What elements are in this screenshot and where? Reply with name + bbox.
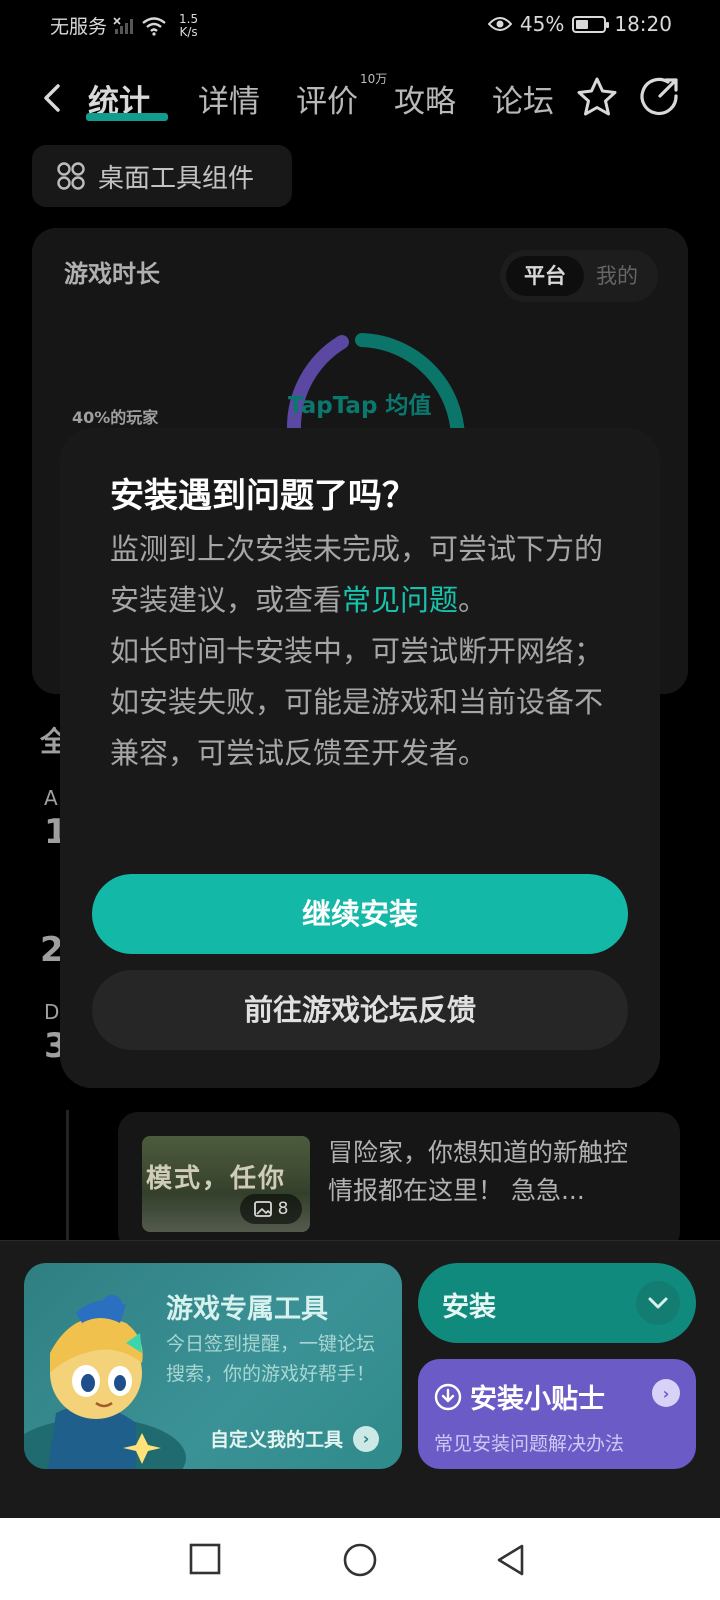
download-circle-icon bbox=[434, 1383, 462, 1410]
dialog-body-text-3: 如安装失败，可能是游戏和当前设备不兼容，可尝试反馈至开发者。 bbox=[110, 685, 604, 770]
tools-title: 游戏专属工具 bbox=[166, 1294, 328, 1325]
chevron-down-icon bbox=[648, 1297, 668, 1309]
faq-link[interactable]: 常见问题 bbox=[342, 583, 458, 617]
dialog-body: 监测到上次安装未完成，可尝试下方的安装建议，或查看常见问题。 如长时间卡安装中，… bbox=[110, 524, 630, 779]
home-circle-icon[interactable] bbox=[342, 1542, 378, 1578]
dialog-body-period: 。 bbox=[458, 583, 488, 617]
customize-tools-link[interactable]: 自定义我的工具 › bbox=[210, 1425, 380, 1452]
back-triangle-icon[interactable] bbox=[494, 1542, 528, 1578]
install-options-dropdown[interactable] bbox=[636, 1281, 680, 1325]
install-button[interactable]: 安装 bbox=[418, 1263, 696, 1343]
tools-description: 今日签到提醒，一键论坛搜索，你的游戏好帮手！ bbox=[166, 1333, 376, 1385]
forum-feedback-button[interactable]: 前往游戏论坛反馈 bbox=[92, 970, 628, 1050]
chevron-right-icon: › bbox=[353, 1425, 380, 1452]
system-nav-bar bbox=[0, 1518, 720, 1600]
install-problem-dialog: 安装遇到问题了吗？ 监测到上次安装未完成，可尝试下方的安装建议，或查看常见问题。… bbox=[60, 428, 660, 1088]
continue-install-button[interactable]: 继续安装 bbox=[92, 874, 628, 954]
dialog-body-text-2: 如长时间卡安装中，可尝试断开网络； bbox=[110, 634, 604, 668]
mascot-illustration bbox=[24, 1295, 186, 1469]
recents-square-icon[interactable] bbox=[188, 1542, 222, 1576]
dialog-title: 安装遇到问题了吗？ bbox=[110, 476, 416, 516]
customize-tools-label: 自定义我的工具 bbox=[210, 1429, 344, 1451]
chevron-right-icon: › bbox=[652, 1379, 680, 1407]
tips-title-text: 安装小贴士 bbox=[470, 1384, 605, 1415]
tips-description: 常见安装问题解决办法 bbox=[434, 1433, 625, 1455]
game-tools-card[interactable]: 游戏专属工具 今日签到提醒，一键论坛搜索，你的游戏好帮手！ 自定义我的工具 › bbox=[24, 1263, 402, 1469]
tips-title: 安装小贴士 bbox=[434, 1377, 605, 1416]
bottom-action-panel: 游戏专属工具 今日签到提醒，一键论坛搜索，你的游戏好帮手！ 自定义我的工具 › … bbox=[0, 1240, 720, 1518]
install-label: 安装 bbox=[442, 1292, 496, 1323]
install-tips-card[interactable]: 安装小贴士 › 常见安装问题解决办法 bbox=[418, 1359, 696, 1469]
